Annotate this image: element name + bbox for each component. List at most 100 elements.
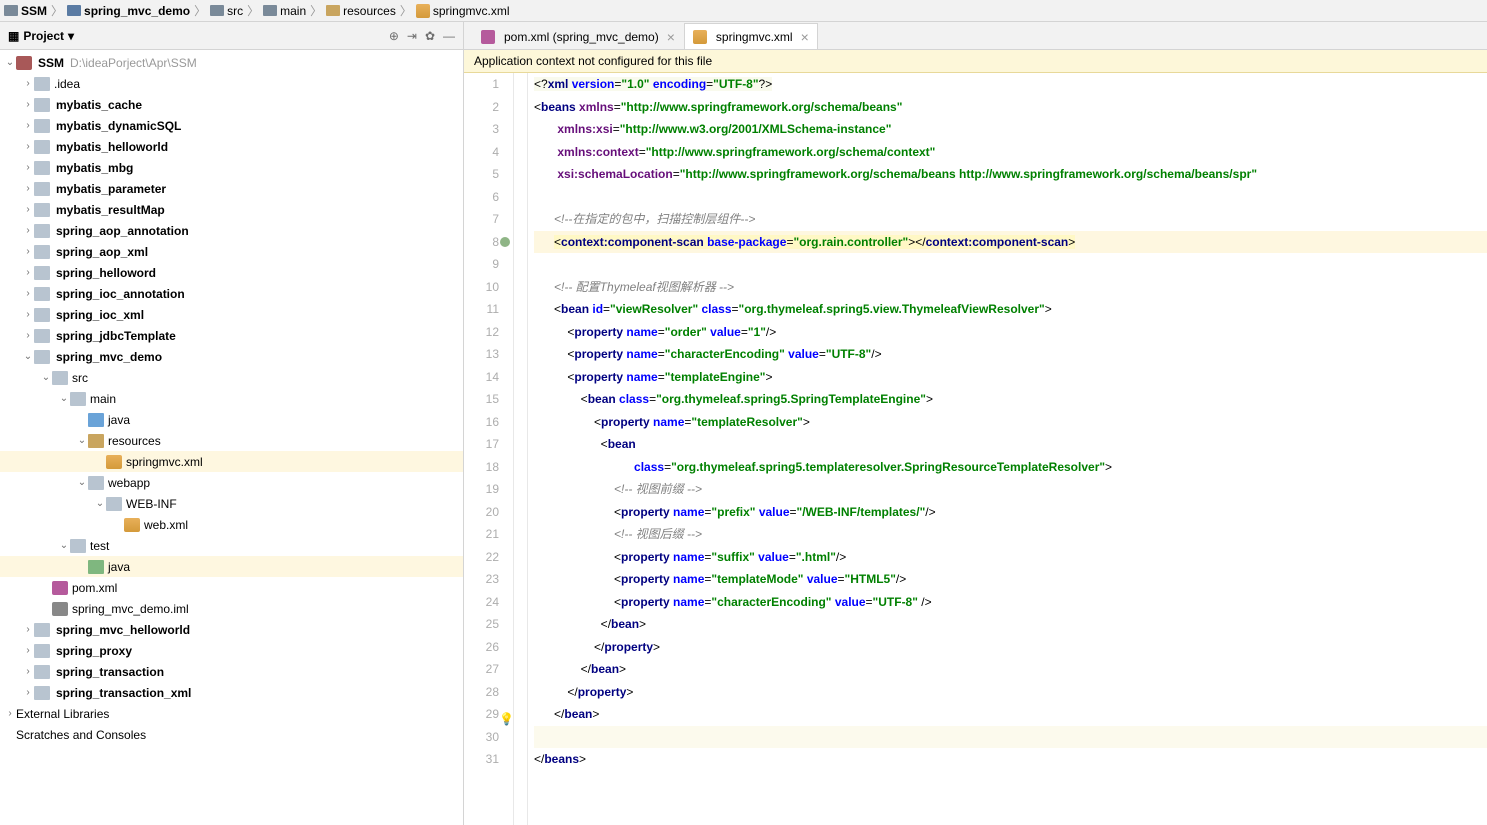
tree-row[interactable]: ⌄SSMD:\ideaPorject\Apr\SSM <box>0 52 463 73</box>
tree-row[interactable]: web.xml <box>0 514 463 535</box>
tree-arrow-icon[interactable]: › <box>22 687 34 698</box>
crumb-file[interactable]: springmvc.xml <box>416 4 510 18</box>
tree-arrow-icon[interactable]: ⌄ <box>58 540 70 551</box>
tree-row[interactable]: ›mybatis_helloworld <box>0 136 463 157</box>
crumb-main[interactable]: main <box>263 4 306 18</box>
tree-row[interactable]: ›spring_helloword <box>0 262 463 283</box>
tree-arrow-icon[interactable]: ⌄ <box>76 477 88 488</box>
code-content[interactable]: <?xml version="1.0" encoding="UTF-8"?><b… <box>528 73 1487 825</box>
editor-tab[interactable]: springmvc.xml× <box>684 23 818 49</box>
close-icon[interactable]: × <box>801 29 809 45</box>
code-line[interactable]: <property name="suffix" value=".html"/> <box>534 546 1487 569</box>
code-line[interactable]: <context:component-scan base-package="or… <box>534 231 1487 254</box>
tree-row[interactable]: ›mybatis_resultMap <box>0 199 463 220</box>
code-line[interactable] <box>534 726 1487 749</box>
code-line[interactable]: <property name="templateMode" value="HTM… <box>534 568 1487 591</box>
crumb-module[interactable]: spring_mvc_demo <box>67 4 190 18</box>
crumb-ssm[interactable]: SSM <box>4 4 47 18</box>
warning-bar[interactable]: Application context not configured for t… <box>464 50 1487 73</box>
tree-row[interactable]: ⌄webapp <box>0 472 463 493</box>
code-line[interactable]: <property name="templateEngine"> <box>534 366 1487 389</box>
tree-row[interactable]: ⌄test <box>0 535 463 556</box>
tree-arrow-icon[interactable]: › <box>22 141 34 152</box>
code-line[interactable]: <property name="templateResolver"> <box>534 411 1487 434</box>
code-line[interactable]: </beans> <box>534 748 1487 771</box>
tree-row[interactable]: ›spring_ioc_annotation <box>0 283 463 304</box>
tree-row[interactable]: ›spring_jdbcTemplate <box>0 325 463 346</box>
hide-icon[interactable]: — <box>443 29 455 43</box>
tree-arrow-icon[interactable]: ⌄ <box>40 372 52 383</box>
tree-row[interactable]: ›spring_transaction_xml <box>0 682 463 703</box>
tree-arrow-icon[interactable]: › <box>22 120 34 131</box>
tree-arrow-icon[interactable]: ⌄ <box>22 351 34 362</box>
code-line[interactable]: xmlns:xsi="http://www.w3.org/2001/XMLSch… <box>534 118 1487 141</box>
code-line[interactable]: <beans xmlns="http://www.springframework… <box>534 96 1487 119</box>
tree-row[interactable]: ›External Libraries <box>0 703 463 724</box>
code-line[interactable]: </bean> <box>534 658 1487 681</box>
tree-row[interactable]: java <box>0 409 463 430</box>
code-line[interactable]: <!-- 配置Thymeleaf视图解析器 --> <box>534 276 1487 299</box>
tree-arrow-icon[interactable]: › <box>22 99 34 110</box>
tree-arrow-icon[interactable]: › <box>22 78 34 89</box>
tree-arrow-icon[interactable]: › <box>22 330 34 341</box>
tree-row[interactable]: ›spring_aop_xml <box>0 241 463 262</box>
code-line[interactable]: <?xml version="1.0" encoding="UTF-8"?> <box>534 73 1487 96</box>
code-line[interactable]: <property name="characterEncoding" value… <box>534 591 1487 614</box>
line-gutter[interactable]: 1234567891011121314151617181920212223242… <box>464 73 514 825</box>
code-line[interactable]: class="org.thymeleaf.spring5.templateres… <box>534 456 1487 479</box>
tree-row[interactable]: ⌄resources <box>0 430 463 451</box>
tree-row[interactable]: ⌄WEB-INF <box>0 493 463 514</box>
tree-arrow-icon[interactable]: ⌄ <box>76 435 88 446</box>
tree-arrow-icon[interactable]: › <box>22 225 34 236</box>
crumb-src[interactable]: src <box>210 4 243 18</box>
tree-row[interactable]: spring_mvc_demo.iml <box>0 598 463 619</box>
crumb-resources[interactable]: resources <box>326 4 396 18</box>
tree-row[interactable]: java <box>0 556 463 577</box>
code-line[interactable] <box>534 253 1487 276</box>
tree-row[interactable]: pom.xml <box>0 577 463 598</box>
code-line[interactable]: <property name="prefix" value="/WEB-INF/… <box>534 501 1487 524</box>
tree-arrow-icon[interactable]: ⌄ <box>94 498 106 509</box>
tree-row[interactable]: ⌄spring_mvc_demo <box>0 346 463 367</box>
tree-row[interactable]: ›mybatis_mbg <box>0 157 463 178</box>
breadcrumb[interactable]: SSM〉 spring_mvc_demo〉 src〉 main〉 resourc… <box>0 0 1487 22</box>
tree-row[interactable]: ›spring_proxy <box>0 640 463 661</box>
tree-row[interactable]: Scratches and Consoles <box>0 724 463 745</box>
tree-arrow-icon[interactable]: ⌄ <box>58 393 70 404</box>
tree-row[interactable]: ›mybatis_dynamicSQL <box>0 115 463 136</box>
code-line[interactable]: <bean id="viewResolver" class="org.thyme… <box>534 298 1487 321</box>
code-editor[interactable]: 1234567891011121314151617181920212223242… <box>464 73 1487 825</box>
code-line[interactable]: <!-- 视图后缀 --> <box>534 523 1487 546</box>
tree-arrow-icon[interactable]: › <box>22 645 34 656</box>
project-tree[interactable]: ⌄SSMD:\ideaPorject\Apr\SSM›.idea›mybatis… <box>0 50 463 825</box>
code-line[interactable]: xsi:schemaLocation="http://www.springfra… <box>534 163 1487 186</box>
tree-row[interactable]: ›mybatis_cache <box>0 94 463 115</box>
spring-bean-icon[interactable] <box>500 237 510 247</box>
tree-arrow-icon[interactable]: › <box>22 309 34 320</box>
tree-arrow-icon[interactable]: › <box>22 666 34 677</box>
tree-row[interactable]: springmvc.xml <box>0 451 463 472</box>
tree-arrow-icon[interactable]: › <box>4 708 16 719</box>
tree-row[interactable]: ›mybatis_parameter <box>0 178 463 199</box>
tree-arrow-icon[interactable]: › <box>22 204 34 215</box>
tree-arrow-icon[interactable]: ⌄ <box>4 57 16 68</box>
code-line[interactable]: xmlns:context="http://www.springframewor… <box>534 141 1487 164</box>
sidebar-title[interactable]: ▦ Project ▾ <box>8 29 74 43</box>
tree-row[interactable]: ⌄src <box>0 367 463 388</box>
tree-row[interactable]: ›spring_aop_annotation <box>0 220 463 241</box>
code-line[interactable]: </property> <box>534 681 1487 704</box>
code-line[interactable]: <!--在指定的包中，扫描控制层组件--> <box>534 208 1487 231</box>
tree-row[interactable]: ›spring_mvc_helloworld <box>0 619 463 640</box>
editor-tabs[interactable]: pom.xml (spring_mvc_demo)×springmvc.xml× <box>464 22 1487 50</box>
intention-bulb-icon[interactable]: 💡 <box>499 708 511 720</box>
tree-row[interactable]: ›spring_transaction <box>0 661 463 682</box>
code-line[interactable]: <property name="order" value="1"/> <box>534 321 1487 344</box>
tree-arrow-icon[interactable]: › <box>22 624 34 635</box>
gear-icon[interactable]: ✿ <box>425 29 435 43</box>
tree-row[interactable]: ⌄main <box>0 388 463 409</box>
code-line[interactable]: <property name="characterEncoding" value… <box>534 343 1487 366</box>
expand-all-icon[interactable]: ⇥ <box>407 29 417 43</box>
code-line[interactable]: </bean> <box>534 613 1487 636</box>
tree-arrow-icon[interactable]: › <box>22 183 34 194</box>
editor-tab[interactable]: pom.xml (spring_mvc_demo)× <box>472 23 684 49</box>
